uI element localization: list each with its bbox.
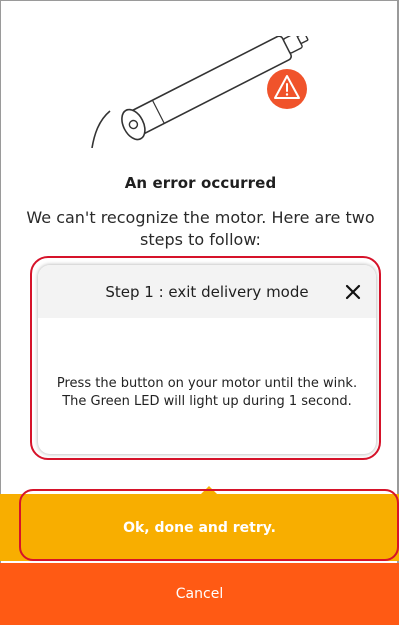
step-instructions: Press the button on your motor until the… [38, 318, 376, 454]
close-icon [345, 284, 361, 300]
cancel-button[interactable]: Cancel [0, 563, 399, 625]
step-title: Step 1 : exit delivery mode [105, 282, 309, 301]
step-instruction-line1: Press the button on your motor until the… [56, 376, 358, 391]
tooltip-caret [201, 486, 217, 494]
step-instruction-line2: The Green LED will light up during 1 sec… [62, 394, 352, 409]
step-card: Step 1 : exit delivery mode Press the bu… [38, 265, 376, 454]
motor-illustration [91, 36, 309, 148]
retry-button-label: Ok, done and retry. [123, 519, 276, 536]
close-button[interactable] [342, 281, 364, 303]
warning-icon [267, 69, 307, 109]
error-title: An error occurred [124, 174, 277, 192]
retry-button[interactable]: Ok, done and retry. [0, 494, 399, 561]
cancel-button-label: Cancel [175, 586, 224, 602]
step-header: Step 1 : exit delivery mode [38, 265, 376, 318]
error-message: We can't recognize the motor. Here are t… [26, 208, 375, 249]
